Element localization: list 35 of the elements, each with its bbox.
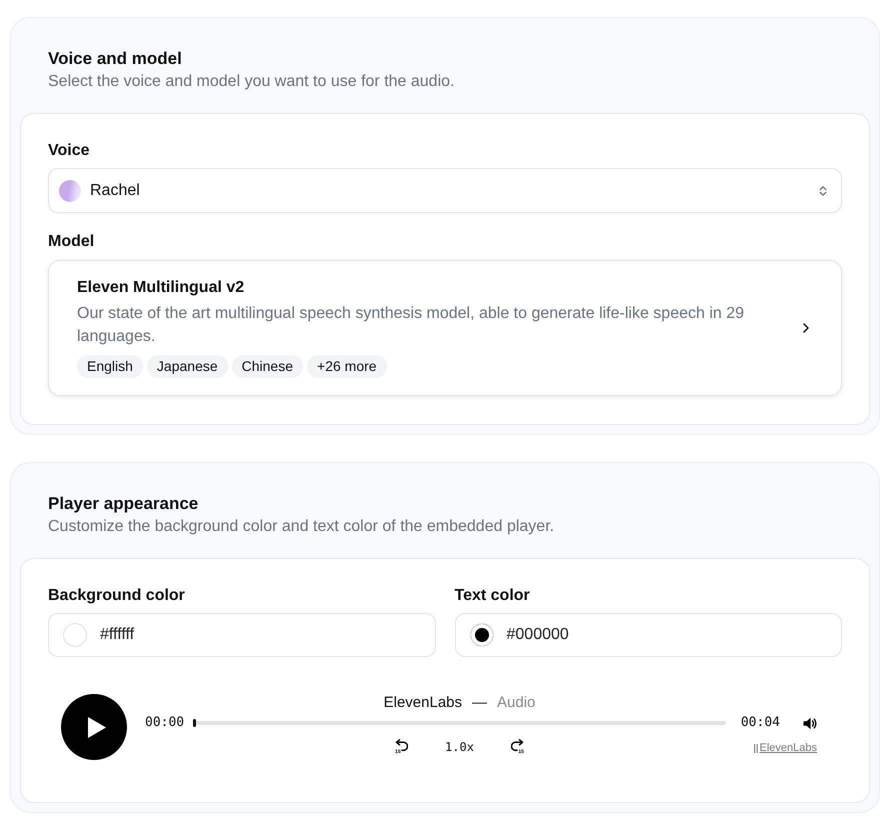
color-input[interactable]: #000000: [454, 613, 842, 657]
language-tag: +26 more: [307, 355, 387, 378]
back-arrow-icon: [395, 739, 408, 751]
bars-logo-icon: [754, 744, 758, 752]
branding-link[interactable]: ElevenLabs: [760, 742, 817, 754]
volume-button[interactable]: [803, 716, 817, 730]
field-label: Text color: [454, 586, 531, 606]
chevron-right-icon: [803, 322, 809, 332]
player-subtitle: Audio: [497, 694, 536, 712]
language-tag: Chinese: [232, 355, 304, 378]
model-name: Eleven Multilingual v2: [77, 278, 246, 298]
color-input[interactable]: #ffffff: [48, 613, 436, 657]
field-label: Background color: [48, 586, 186, 606]
model-description: Our state of the art multilingual speech synthesis model, able to generate life-like speech in 29 languages.: [77, 304, 746, 347]
title-dash: —: [472, 694, 488, 712]
speed-button[interactable]: 1.0x: [445, 740, 474, 754]
progress-thumb[interactable]: [193, 719, 196, 727]
language-tag: English: [77, 355, 143, 378]
language-tag: Japanese: [146, 355, 228, 378]
chevron-up-down-icon: [819, 184, 827, 196]
section-subtitle: Customize the background color and text color of the embedded player.: [48, 517, 556, 537]
current-time: 00:00: [145, 714, 186, 732]
section-subtitle: Select the voice and model you want to use for the audio.: [48, 72, 456, 92]
section-title: Player appearance: [48, 493, 200, 515]
model-card[interactable]: Eleven Multilingual v2 Our state of the art multilingual speech synthesis model, able to generate life-like speech in 29 languages. English Japanese Chinese +26 more: [48, 260, 842, 396]
speaker-icon: [803, 716, 817, 730]
duration: 00:04: [740, 714, 780, 732]
play-icon: [88, 716, 106, 738]
forward-arrow-icon: [510, 739, 524, 751]
voice-select[interactable]: Rachel: [48, 168, 842, 213]
player-title: ElevenLabs: [384, 694, 462, 712]
field-label: Model: [48, 232, 96, 252]
field-label: Voice: [48, 141, 90, 161]
voice-avatar-icon: [59, 180, 81, 202]
section-title: Voice and model: [48, 48, 183, 70]
